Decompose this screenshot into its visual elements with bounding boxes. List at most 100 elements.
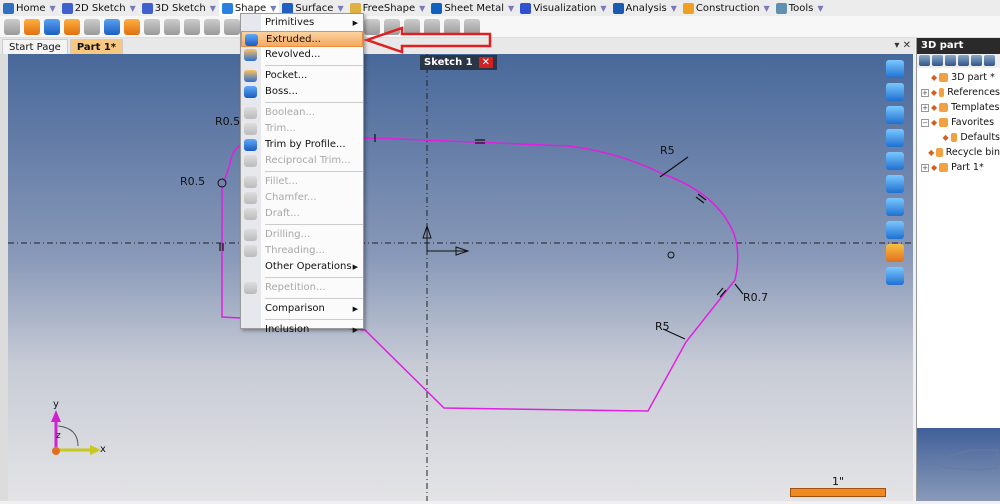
menu-item-primitives[interactable]: Primitives ▶ [241, 15, 363, 31]
expander-icon[interactable]: + [921, 88, 929, 97]
chevron-down-icon[interactable]: ▼ [130, 4, 136, 13]
toolbar-button[interactable] [44, 18, 60, 35]
toolbar-button[interactable] [64, 18, 80, 35]
dimension-label[interactable]: R5 [660, 144, 675, 157]
menu-item-other-operations[interactable]: Other Operations ▶ [241, 259, 363, 275]
dimension-label[interactable]: R0.7 [743, 291, 768, 304]
tool-icon[interactable] [945, 55, 956, 66]
chevron-down-icon[interactable]: ▼ [419, 4, 425, 13]
menu-visualization[interactable]: Visualization ▼ [517, 0, 609, 16]
menu-item-trim[interactable]: Trim... [241, 121, 363, 137]
menu-item-inclusion[interactable]: Inclusion ▶ [241, 322, 363, 338]
help-icon[interactable] [886, 267, 904, 285]
tree-node[interactable]: ◆ 3D part * [917, 70, 1000, 85]
menu-item-threading[interactable]: Threading... [241, 243, 363, 259]
menu-sheet-metal[interactable]: Sheet Metal ▼ [428, 0, 517, 16]
toolbar-button[interactable] [24, 18, 40, 35]
toolbar-button[interactable] [104, 18, 120, 35]
chevron-down-icon[interactable]: ▼ [270, 4, 276, 13]
crosshair-icon[interactable] [886, 60, 904, 78]
chevron-down-icon[interactable]: ▼ [210, 4, 216, 13]
toolbar-button[interactable] [164, 18, 180, 35]
expander-icon[interactable]: + [921, 163, 929, 172]
close-sketch-icon[interactable]: ✕ [478, 57, 494, 68]
tool-icon[interactable] [958, 55, 969, 66]
toolbar-button[interactable] [84, 18, 100, 35]
toolbar-button[interactable] [144, 18, 160, 35]
expander-icon[interactable]: − [921, 118, 929, 127]
menu-item-trim-by-profile[interactable]: Trim by Profile... [241, 137, 363, 153]
chevron-down-icon[interactable]: ▼ [671, 4, 677, 13]
tree-node[interactable]: ◆ Recycle bin [917, 145, 1000, 160]
scale-bar [790, 488, 886, 497]
chevron-down-icon[interactable]: ▼ [337, 4, 343, 13]
menu-construction[interactable]: Construction ▼ [680, 0, 773, 16]
menu-tools[interactable]: Tools ▼ [773, 0, 827, 16]
tab-controls[interactable]: ▾ ✕ [894, 40, 911, 51]
zoom-window-icon[interactable] [886, 175, 904, 193]
menu-2d-sketch[interactable]: 2D Sketch ▼ [59, 0, 139, 16]
tab-start-page[interactable]: Start Page [2, 39, 68, 54]
panel-toolbar [917, 54, 1000, 68]
tool-icon[interactable] [971, 55, 982, 66]
menu-separator [265, 102, 363, 103]
menu-analysis[interactable]: Analysis ▼ [610, 0, 680, 16]
menu-item-revolved[interactable]: Revolved... [241, 47, 363, 63]
menu-item-drilling[interactable]: Drilling... [241, 227, 363, 243]
toolbar-button[interactable] [124, 18, 140, 35]
menu-item-draft[interactable]: Draft... [241, 206, 363, 222]
menu-item-reciprocal-trim[interactable]: Reciprocal Trim... [241, 153, 363, 169]
menu-item-boss[interactable]: Boss... [241, 84, 363, 100]
tool-icon[interactable] [932, 55, 943, 66]
chevron-down-icon[interactable]: ▼ [817, 4, 823, 13]
menu-item-pocket[interactable]: Pocket... [241, 68, 363, 84]
menu-item-repetition[interactable]: Repetition... [241, 280, 363, 296]
toolbar-button[interactable] [224, 18, 240, 35]
toolbar-button[interactable] [184, 18, 200, 35]
palette-icon[interactable] [886, 244, 904, 262]
diamond-icon: ◆ [930, 88, 938, 97]
binoculars-icon[interactable] [886, 129, 904, 147]
tool-icon[interactable] [984, 55, 995, 66]
ribbon-menubar: Home ▼ 2D Sketch ▼ 3D Sketch ▼ Shape ▼ Surface ▼ F… [0, 0, 1000, 16]
viewports-icon[interactable] [886, 152, 904, 170]
submenu-arrow-icon: ▶ [352, 19, 358, 27]
node-icon [939, 88, 945, 97]
3d-viewport[interactable]: R0.5 R0.5 R5 R0.7 R5 y x z [8, 54, 913, 501]
menu-item-fillet[interactable]: Fillet... [241, 174, 363, 190]
menu-3d-sketch[interactable]: 3D Sketch ▼ [139, 0, 219, 16]
toolbar-button[interactable] [204, 18, 220, 35]
construction-icon [682, 2, 694, 14]
tab-part-1[interactable]: Part 1* [69, 39, 124, 54]
tree-node[interactable]: − ◆ Favorites [917, 115, 1000, 130]
chevron-down-icon[interactable]: ▼ [600, 4, 606, 13]
chevron-down-icon[interactable]: ▼ [50, 4, 56, 13]
menu-home[interactable]: Home ▼ [0, 0, 59, 16]
dimension-label[interactable]: R0.5 [180, 175, 205, 188]
toolbar-button[interactable] [4, 18, 20, 35]
dimension-label[interactable]: R5 [655, 320, 670, 333]
tool-icon[interactable] [919, 55, 930, 66]
chevron-down-icon[interactable]: ▼ [508, 4, 514, 13]
menu-item-comparison[interactable]: Comparison ▶ [241, 301, 363, 317]
tree-node[interactable]: ◆ Defaults [917, 130, 1000, 145]
zoom-icon[interactable] [886, 198, 904, 216]
threading-icon [244, 245, 257, 257]
expander-icon[interactable]: + [921, 103, 929, 112]
tree-node[interactable]: + ◆ References [917, 85, 1000, 100]
sketch-tab[interactable]: Sketch 1 ✕ [420, 55, 498, 70]
move-icon[interactable] [886, 83, 904, 101]
chevron-down-icon[interactable]: ▼ [764, 4, 770, 13]
scale-label: 1" [832, 475, 845, 488]
tree-node[interactable]: + ◆ Part 1* [917, 160, 1000, 175]
node-icon [950, 133, 958, 142]
menu-item-boolean[interactable]: Boolean... [241, 105, 363, 121]
menu-item-extruded[interactable]: Extruded... [241, 31, 363, 47]
dimension-label[interactable]: R0.5 [215, 115, 240, 128]
render-mode-icon[interactable] [886, 221, 904, 239]
camera-icon[interactable] [886, 106, 904, 124]
sketch-canvas [8, 54, 913, 501]
tree-node[interactable]: + ◆ Templates [917, 100, 1000, 115]
menu-separator [265, 224, 363, 225]
menu-item-chamfer[interactable]: Chamfer... [241, 190, 363, 206]
